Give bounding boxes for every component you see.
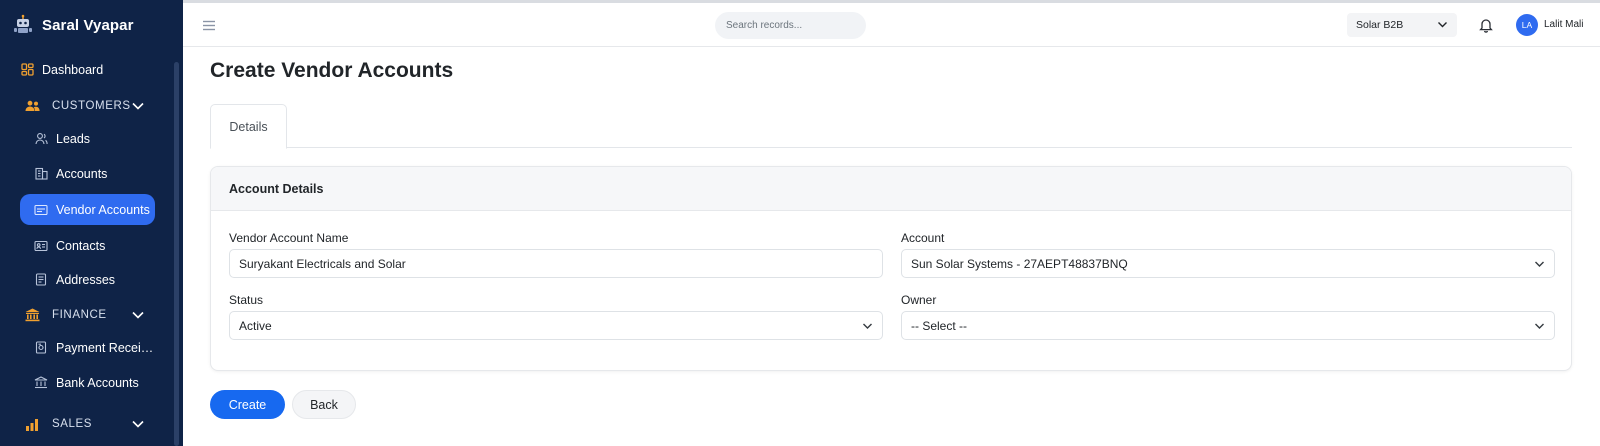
user-outline-icon [34, 132, 48, 146]
status-select-value: Active [239, 318, 272, 333]
sidebar-item-label: Leads [56, 131, 91, 146]
search-input[interactable] [715, 12, 866, 39]
sidebar-section-customers[interactable]: CUSTOMERS [24, 96, 146, 116]
id-card-icon [34, 203, 48, 217]
menu-toggle-icon[interactable] [199, 15, 219, 35]
users-icon [24, 98, 40, 114]
dashboard-grid-icon [20, 63, 34, 77]
bank-icon [24, 307, 40, 323]
sidebar-item-payment-receipts[interactable]: Payment Recei… [20, 332, 155, 363]
sidebar-item-label: Bank Accounts [56, 375, 139, 390]
robot-logo-icon [12, 14, 34, 36]
bank-outline-icon [34, 376, 48, 390]
vendor-account-name-value: Suryakant Electricals and Solar [239, 256, 406, 271]
chevron-down-icon[interactable] [130, 416, 146, 432]
building-icon [34, 167, 48, 181]
sidebar-item-label: Accounts [56, 166, 108, 181]
status-select[interactable]: Active [229, 311, 883, 340]
company-select-value: Solar B2B [1356, 19, 1404, 31]
user-name[interactable]: Lalit Mali [1544, 19, 1583, 30]
chevron-down-icon [1534, 319, 1545, 336]
address-book-icon [34, 273, 48, 287]
chevron-down-icon[interactable] [130, 98, 146, 114]
owner-select[interactable]: -- Select -- [901, 311, 1555, 340]
brand[interactable]: Saral Vyapar [12, 12, 134, 38]
owner-label: Owner [901, 293, 937, 307]
chevron-down-icon [862, 319, 873, 336]
company-select[interactable]: Solar B2B [1347, 13, 1457, 37]
section-label: CUSTOMERS [52, 100, 131, 112]
sidebar-item-contacts[interactable]: Contacts [20, 230, 155, 261]
contact-card-icon [34, 239, 48, 253]
owner-select-value: -- Select -- [911, 318, 968, 333]
brand-name: Saral Vyapar [42, 16, 134, 34]
sidebar-section-sales[interactable]: SALES [24, 414, 146, 434]
sidebar-item-label: Addresses [56, 272, 116, 287]
account-select[interactable]: Sun Solar Systems - 27AEPT48837BNQ [901, 249, 1555, 278]
section-label: SALES [52, 418, 93, 430]
receipt-icon [34, 341, 48, 355]
avatar[interactable]: LA [1516, 14, 1538, 36]
sidebar-item-label: Dashboard [42, 62, 104, 77]
sidebar-item-label: Contacts [56, 238, 106, 253]
section-label: FINANCE [52, 309, 107, 321]
sidebar: Saral Vyapar Dashboard CUSTOMERS Leads A… [0, 0, 183, 446]
sidebar-item-leads[interactable]: Leads [20, 123, 155, 154]
sidebar-item-dashboard[interactable]: Dashboard [20, 54, 155, 85]
page-title: Create Vendor Accounts [210, 59, 454, 82]
chevron-down-icon [1534, 257, 1545, 274]
chevron-down-icon[interactable] [130, 307, 146, 323]
sidebar-item-accounts[interactable]: Accounts [20, 158, 155, 189]
card-title: Account Details [211, 167, 1571, 211]
create-button[interactable]: Create [210, 390, 285, 419]
sidebar-item-vendor-accounts[interactable]: Vendor Accounts [20, 194, 155, 225]
account-select-value: Sun Solar Systems - 27AEPT48837BNQ [911, 256, 1128, 271]
sidebar-item-label: Payment Recei… [56, 340, 154, 355]
vendor-account-name-label: Vendor Account Name [229, 231, 349, 245]
tab-details[interactable]: Details [210, 104, 287, 149]
sidebar-item-bank-accounts[interactable]: Bank Accounts [20, 367, 155, 398]
vendor-account-name-input[interactable]: Suryakant Electricals and Solar [229, 249, 883, 278]
tab-bar: Details [210, 104, 1572, 149]
bar-chart-icon [24, 416, 40, 432]
sidebar-item-addresses[interactable]: Addresses [20, 264, 155, 295]
account-label: Account [901, 231, 945, 245]
sidebar-item-label: Vendor Accounts [56, 202, 150, 217]
chevron-down-icon [1437, 17, 1448, 35]
account-details-card: Account Details Vendor Account Name Sury… [210, 166, 1572, 371]
topbar: Solar B2B LA Lalit Mali [183, 0, 1600, 47]
sidebar-section-finance[interactable]: FINANCE [24, 305, 146, 325]
status-label: Status [229, 293, 264, 307]
notification-bell-icon[interactable] [1476, 15, 1496, 35]
back-button[interactable]: Back [292, 390, 356, 419]
app-root: Saral Vyapar Dashboard CUSTOMERS Leads A… [0, 0, 1600, 446]
sidebar-scrollbar[interactable] [174, 62, 179, 446]
